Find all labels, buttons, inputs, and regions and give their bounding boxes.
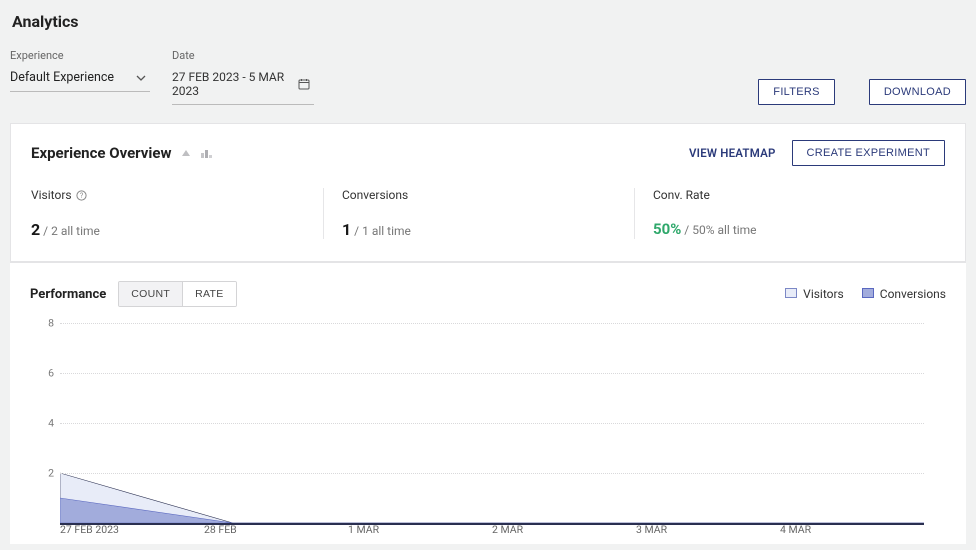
conversions-label: Conversions: [342, 188, 408, 202]
help-icon[interactable]: ?: [76, 190, 87, 201]
caret-up-icon: [179, 146, 193, 160]
bar-chart-icon: [199, 146, 213, 160]
experience-value: Default Experience: [10, 70, 114, 85]
controls-row: Experience Default Experience Date 27 FE…: [10, 49, 966, 105]
convrate-suffix: / 50% all time: [684, 223, 756, 237]
experience-label: Experience: [10, 49, 150, 62]
calendar-icon: [298, 78, 310, 90]
performance-chart: 2468: [30, 323, 946, 523]
convrate-label: Conv. Rate: [653, 188, 710, 202]
date-label: Date: [172, 49, 314, 62]
date-value: 27 FEB 2023 - 5 MAR 2023: [172, 70, 298, 98]
view-heatmap-link[interactable]: VIEW HEATMAP: [689, 146, 776, 160]
legend-visitors: Visitors: [785, 287, 844, 301]
metric-visitors: Visitors ? 2 / 2 all time: [31, 188, 323, 239]
metric-conversions: Conversions 1 / 1 all time: [323, 188, 634, 239]
performance-title: Performance: [30, 287, 106, 302]
chevron-down-icon: [136, 75, 146, 81]
overview-card: Experience Overview VIEW HEATMAP CREATE …: [10, 123, 966, 262]
convrate-value: 50%: [653, 220, 681, 238]
visitors-suffix: / 2 all time: [43, 224, 100, 238]
conversions-suffix: / 1 all time: [354, 224, 411, 238]
conversions-swatch-icon: [862, 288, 874, 298]
performance-card: Performance COUNT RATE Visitors Conversi…: [10, 262, 966, 544]
page-title: Analytics: [12, 12, 966, 31]
download-button[interactable]: DOWNLOAD: [869, 79, 966, 105]
performance-toggle: COUNT RATE: [118, 281, 236, 307]
y-tick: 6: [48, 367, 54, 380]
visitors-swatch-icon: [785, 288, 797, 298]
y-tick: 4: [48, 417, 54, 430]
overview-title: Experience Overview: [31, 144, 171, 162]
conversions-value: 1: [342, 220, 351, 239]
svg-text:?: ?: [79, 192, 83, 200]
metric-convrate: Conv. Rate 50% / 50% all time: [634, 188, 945, 239]
y-tick: 2: [48, 467, 54, 480]
y-tick: 8: [48, 317, 54, 330]
tab-rate[interactable]: RATE: [182, 282, 235, 306]
experience-select[interactable]: Default Experience: [10, 66, 150, 92]
visitors-value: 2: [31, 220, 40, 239]
filters-button[interactable]: FILTERS: [758, 79, 835, 105]
visitors-label: Visitors: [31, 188, 72, 202]
tab-count[interactable]: COUNT: [119, 282, 182, 306]
date-range-picker[interactable]: 27 FEB 2023 - 5 MAR 2023: [172, 66, 314, 105]
legend-conversions: Conversions: [862, 287, 946, 301]
create-experiment-button[interactable]: CREATE EXPERIMENT: [792, 140, 945, 166]
